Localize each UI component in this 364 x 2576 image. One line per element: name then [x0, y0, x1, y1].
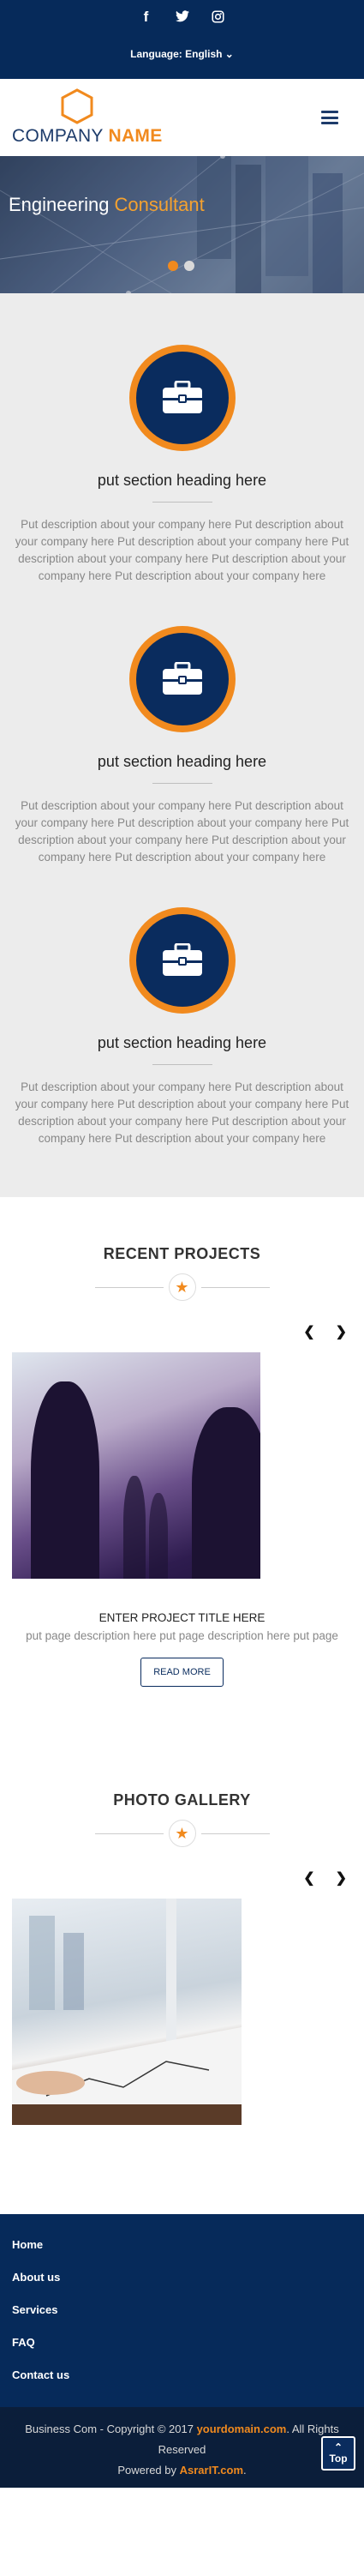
read-more-button[interactable]: READ MORE [140, 1658, 224, 1687]
copyright-prefix: Business Com - Copyright © 2017 [25, 2423, 197, 2435]
briefcase-icon [162, 381, 202, 413]
logo-company: COMPANY [12, 126, 104, 146]
project-image[interactable] [12, 1352, 260, 1579]
powered-prefix: Powered by [117, 2464, 180, 2477]
social-links: f [0, 7, 364, 27]
footer-link-contact[interactable]: Contact us [12, 2368, 352, 2381]
star-icon: ★ [168, 1820, 196, 1847]
star-divider: ★ [12, 1273, 352, 1301]
divider [152, 502, 212, 503]
carousel-arrows: ❮ ❯ [12, 1869, 352, 1887]
logo-name: NAME [108, 126, 163, 146]
top-label: Top [329, 2453, 348, 2465]
hero-slider: Engineering Consultant [0, 156, 364, 293]
features-section: put section heading here Put description… [0, 293, 364, 1197]
feature-heading: put section heading here [97, 472, 267, 489]
prev-arrow-icon[interactable]: ❮ [303, 1323, 314, 1340]
instagram-icon[interactable] [212, 10, 225, 24]
star-divider: ★ [12, 1820, 352, 1847]
logo-text: COMPANY NAME [12, 126, 163, 147]
powered-link[interactable]: AsrarIT.com [180, 2464, 243, 2477]
facebook-icon[interactable]: f [140, 9, 153, 24]
company-logo[interactable]: COMPANY NAME [12, 88, 163, 147]
hero-title: Engineering Consultant [9, 194, 205, 216]
project-description: put page description here put page descr… [26, 1629, 338, 1642]
briefcase-icon [162, 662, 202, 695]
feature-description: Put description about your company here … [15, 1080, 349, 1145]
copyright-bar: Business Com - Copyright © 2017 yourdoma… [0, 2407, 364, 2488]
briefcase-icon [162, 943, 202, 976]
feature-item: put section heading here Put description… [12, 907, 352, 1147]
twitter-icon[interactable] [175, 10, 189, 24]
divider [152, 783, 212, 784]
feature-description: Put description about your company here … [15, 518, 349, 582]
slider-dot-1[interactable] [168, 261, 178, 271]
footer-link-faq[interactable]: FAQ [12, 2336, 352, 2349]
feature-icon-circle [128, 626, 236, 732]
photo-gallery-section: PHOTO GALLERY ★ ❮ ❯ [0, 1738, 364, 2214]
top-bar: f Language: English ⌄ [0, 0, 364, 79]
feature-heading: put section heading here [97, 1034, 267, 1051]
footer-link-home[interactable]: Home [12, 2238, 352, 2251]
site-header: COMPANY NAME [0, 79, 364, 156]
domain-link[interactable]: yourdomain.com [197, 2423, 287, 2435]
feature-description: Put description about your company here … [15, 799, 349, 864]
section-title: RECENT PROJECTS [103, 1245, 261, 1262]
slider-dot-2[interactable] [184, 261, 194, 271]
hero-overlay [0, 156, 364, 293]
back-to-top-button[interactable]: ⌃ Top [321, 2436, 355, 2471]
star-icon: ★ [168, 1273, 196, 1301]
divider [152, 1064, 212, 1065]
next-arrow-icon[interactable]: ❯ [336, 1869, 347, 1887]
hexagon-logo-icon [61, 88, 93, 124]
feature-icon-circle [128, 345, 236, 451]
hero-title-plain: Engineering [9, 194, 115, 215]
footer-nav: Home About us Services FAQ Contact us [0, 2214, 364, 2407]
footer-link-services[interactable]: Services [12, 2303, 352, 2316]
feature-item: put section heading here Put description… [12, 345, 352, 585]
feature-icon-circle [128, 907, 236, 1014]
section-title: PHOTO GALLERY [113, 1791, 251, 1809]
slider-dots [168, 261, 194, 271]
copyright-text: Business Com - Copyright © 2017 yourdoma… [12, 2419, 352, 2460]
carousel-arrows: ❮ ❯ [12, 1323, 352, 1340]
project-title: ENTER PROJECT TITLE HERE [98, 1611, 266, 1624]
menu-icon[interactable] [321, 111, 338, 124]
feature-item: put section heading here Put description… [12, 626, 352, 866]
recent-projects-section: RECENT PROJECTS ★ ❮ ❯ ENTER PROJECT TITL… [0, 1197, 364, 1738]
hero-title-accent: Consultant [114, 194, 205, 215]
footer-link-about[interactable]: About us [12, 2271, 352, 2284]
next-arrow-icon[interactable]: ❯ [336, 1323, 347, 1340]
language-selector[interactable]: Language: English ⌄ [0, 48, 364, 60]
powered-by-text: Powered by AsrarIT.com. [12, 2460, 352, 2481]
gallery-image[interactable] [12, 1899, 242, 2125]
prev-arrow-icon[interactable]: ❮ [303, 1869, 314, 1887]
feature-heading: put section heading here [97, 753, 267, 770]
powered-suffix: . [243, 2464, 247, 2477]
